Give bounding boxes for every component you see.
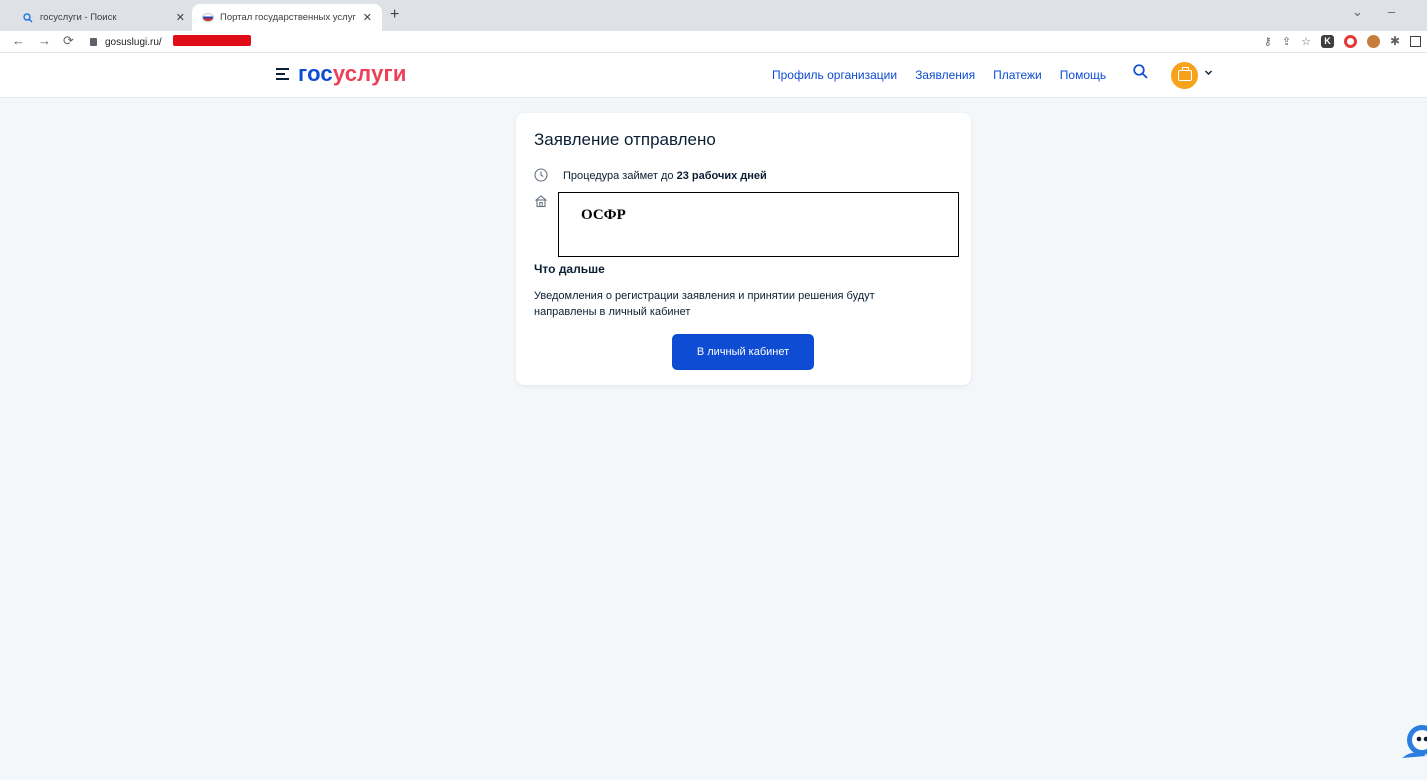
close-icon[interactable]: ✕ (176, 11, 185, 24)
application-sent-card: Заявление отправлено Процедура займет до… (516, 113, 971, 385)
organization-name: ОСФР (581, 207, 626, 223)
browser-tab-strip: госуслуги - Поиск ✕ Портал государственн… (0, 0, 1427, 31)
extension-circle-icon[interactable] (1343, 34, 1357, 48)
search-icon (22, 12, 34, 24)
briefcase-icon (1177, 67, 1192, 81)
building-icon (535, 195, 547, 208)
address-bar: ← → ⟳ gosuslugi.ru/ ⚷ ⇪ ☆ K ✱ (0, 31, 1427, 53)
organization-box: ОСФР (558, 192, 959, 257)
site-header: госуслуги Профиль организации Заявления … (0, 53, 1427, 98)
card-title: Заявление отправлено (534, 130, 716, 149)
procedure-days: 23 рабочих дней (676, 170, 767, 182)
next-steps-text: Уведомления о регистрации заявления и пр… (534, 290, 875, 318)
kaspersky-icon[interactable]: K (1320, 34, 1334, 48)
sidebar-icon[interactable] (1410, 35, 1421, 47)
personal-account-button[interactable]: В личный кабинет (672, 334, 814, 370)
reload-icon[interactable]: ⟳ (63, 33, 74, 49)
puzzle-icon[interactable]: ✱ (1390, 34, 1400, 48)
robot-assistant-icon[interactable] (1396, 718, 1427, 768)
back-icon[interactable]: ← (12, 33, 25, 48)
redaction-mark (173, 35, 251, 46)
close-icon[interactable]: ✕ (363, 11, 372, 24)
key-icon[interactable]: ⚷ (1264, 35, 1272, 48)
gosuslugi-logo[interactable]: госуслуги (298, 61, 407, 87)
star-icon[interactable]: ☆ (1301, 35, 1311, 48)
menu-icon[interactable] (276, 68, 289, 83)
search-icon[interactable] (1133, 64, 1148, 79)
nav-organization-profile[interactable]: Профиль организации (772, 68, 897, 82)
procedure-prefix: Процедура займет до (563, 170, 677, 182)
nav-applications[interactable]: Заявления (915, 68, 975, 82)
url-field[interactable]: gosuslugi.ru/ (90, 33, 162, 51)
tab-title: госуслуги - Поиск (40, 12, 117, 23)
logo-part-uslugi: услуги (332, 61, 407, 86)
clock-icon (534, 168, 548, 182)
browser-tab-search[interactable]: госуслуги - Поиск ✕ (12, 4, 195, 31)
organization-avatar[interactable] (1171, 62, 1198, 89)
chevron-down-icon[interactable]: ⌄ (1352, 4, 1363, 20)
profile-extension-icon[interactable] (1366, 34, 1380, 48)
nav-payments[interactable]: Платежи (993, 68, 1042, 82)
logo-part-gos: гос (298, 61, 333, 86)
lock-icon (90, 38, 97, 46)
top-navigation: Профиль организации Заявления Платежи По… (772, 68, 1106, 82)
tab-title: Портал государственных услуг (220, 12, 356, 23)
procedure-duration: Процедура займет до 23 рабочих дней (563, 170, 767, 182)
chevron-down-icon[interactable] (1204, 68, 1213, 77)
forward-icon[interactable]: → (38, 33, 51, 48)
minimize-icon[interactable]: – (1388, 4, 1395, 19)
browser-tab-gosuslugi[interactable]: Портал государственных услуг ✕ (192, 4, 382, 31)
flag-icon (202, 12, 214, 24)
new-tab-icon[interactable]: + (390, 6, 399, 24)
nav-help[interactable]: Помощь (1060, 68, 1106, 82)
extension-toolbar: ⚷ ⇪ ☆ K ✱ (1264, 34, 1421, 48)
url-text: gosuslugi.ru/ (105, 36, 162, 48)
share-icon[interactable]: ⇪ (1282, 35, 1291, 48)
next-steps-title: Что дальше (534, 262, 605, 276)
